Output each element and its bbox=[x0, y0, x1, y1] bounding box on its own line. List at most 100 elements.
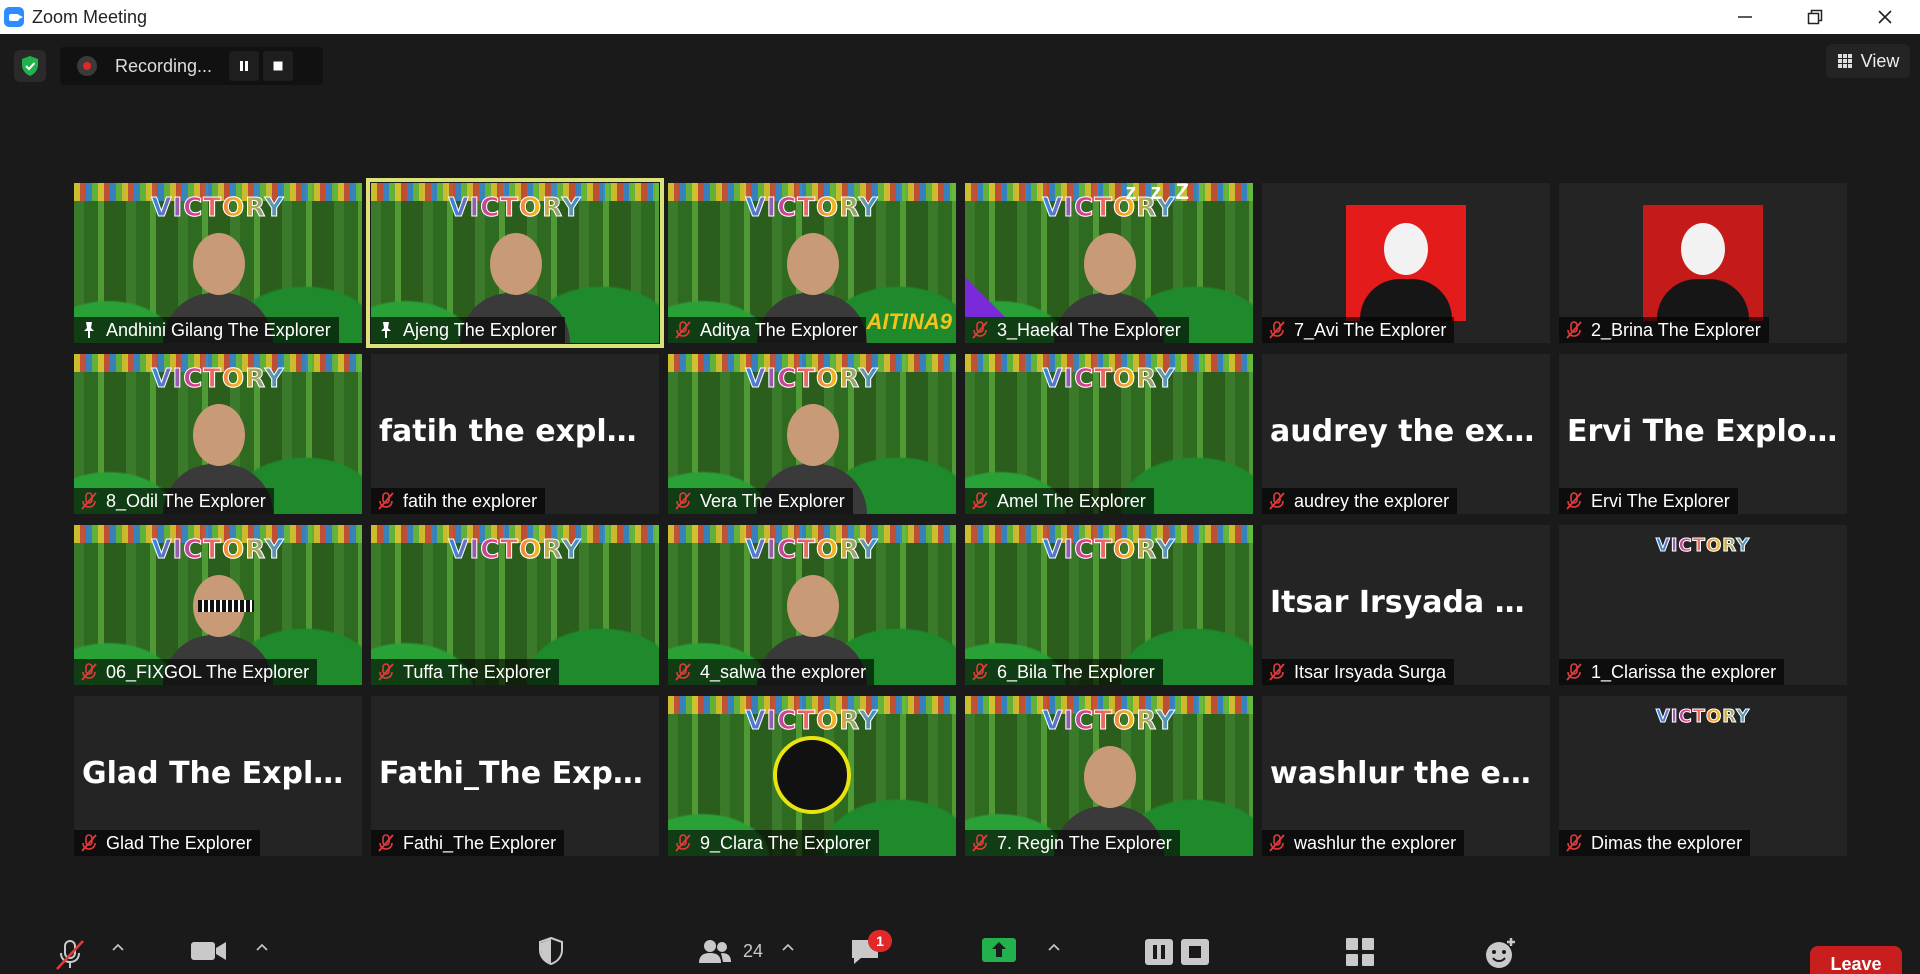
participant-tile[interactable]: VICTORY 4_salwa the explorer bbox=[668, 525, 956, 685]
participant-tile[interactable]: VICTORY AITINA9 Aditya The Explorer bbox=[668, 183, 956, 343]
mic-muted-icon bbox=[1566, 663, 1582, 681]
mic-muted-icon bbox=[674, 663, 692, 681]
stop-icon bbox=[273, 61, 283, 71]
participant-name: 3_Haekal The Explorer bbox=[997, 319, 1181, 340]
leave-button[interactable]: Leave bbox=[1810, 946, 1902, 974]
mic-muted-icon bbox=[1268, 321, 1286, 339]
participant-tile[interactable]: Itsar Irsyada Su… Itsar Irsyada Surga bbox=[1262, 525, 1550, 685]
participant-display-name: washlur the exp… bbox=[1270, 756, 1542, 791]
share-options-caret[interactable] bbox=[1044, 936, 1064, 958]
participants-button[interactable]: 24 bbox=[690, 936, 770, 966]
participant-name-bar: Glad The Explorer bbox=[74, 830, 260, 856]
participant-tile[interactable]: fatih the explorer fatih the explorer bbox=[371, 354, 659, 514]
participant-tile[interactable]: Fathi_The Explo… Fathi_The Explorer bbox=[371, 696, 659, 856]
mic-muted-icon bbox=[971, 834, 989, 852]
mic-muted-icon bbox=[675, 834, 691, 852]
participant-name-bar: Amel The Explorer bbox=[965, 488, 1154, 514]
participant-name: fatih the explorer bbox=[403, 490, 538, 511]
participant-name: Vera The Explorer bbox=[700, 490, 845, 511]
participant-tile[interactable]: VICTORY Ajeng The Explorer bbox=[366, 178, 664, 348]
security-button[interactable] bbox=[536, 936, 566, 966]
mic-muted-icon bbox=[1268, 663, 1286, 681]
stop-recording-button[interactable] bbox=[263, 51, 293, 81]
participant-tile[interactable]: VICTORY 8_Odil The Explorer bbox=[74, 354, 362, 514]
participant-tile[interactable]: VICTORY Tuffa The Explorer bbox=[371, 525, 659, 685]
victory-banner: VICTORY bbox=[1042, 535, 1176, 566]
participant-name: washlur the explorer bbox=[1294, 832, 1457, 853]
profile-photo bbox=[1346, 205, 1466, 321]
participant-tile[interactable]: VICTORY Amel The Explorer bbox=[965, 354, 1253, 514]
pin-icon bbox=[80, 321, 98, 339]
unmute-button[interactable] bbox=[50, 936, 90, 972]
mic-muted-icon bbox=[81, 492, 97, 510]
video-options-caret[interactable] bbox=[252, 936, 272, 958]
participant-tile[interactable]: 2_Brina The Explorer bbox=[1559, 183, 1847, 343]
audio-options-caret[interactable] bbox=[108, 936, 128, 958]
start-video-button[interactable] bbox=[188, 936, 230, 966]
participant-name-bar: Vera The Explorer bbox=[668, 488, 853, 514]
mic-muted-icon bbox=[80, 492, 98, 510]
restore-button[interactable] bbox=[1780, 0, 1850, 34]
participant-tile[interactable]: VICTORY Andhini Gilang The Explorer bbox=[74, 183, 362, 343]
participant-tile[interactable]: audrey the expl… audrey the explorer bbox=[1262, 354, 1550, 514]
participant-tile[interactable]: 7_Avi The Explorer bbox=[1262, 183, 1550, 343]
participant-tile[interactable]: VICTORY 1_Clarissa the explorer bbox=[1559, 525, 1847, 685]
participant-name: 6_Bila The Explorer bbox=[997, 661, 1155, 682]
close-button[interactable] bbox=[1850, 0, 1920, 34]
mic-muted-icon bbox=[378, 492, 394, 510]
mic-muted-icon bbox=[1566, 834, 1582, 852]
mic-muted-icon bbox=[674, 492, 692, 510]
mic-muted-icon bbox=[377, 663, 395, 681]
participant-name: Aditya The Explorer bbox=[700, 319, 858, 340]
mic-muted-icon bbox=[81, 834, 97, 852]
meeting-toolbar: 24 1 Leave bbox=[0, 922, 1920, 974]
participant-display-name: Fathi_The Explo… bbox=[379, 756, 651, 791]
participant-name: 06_FIXGOL The Explorer bbox=[106, 661, 310, 682]
participant-name-bar: 4_salwa the explorer bbox=[668, 659, 875, 685]
participant-tile[interactable]: VICTORY 9_Clara The Explorer bbox=[668, 696, 956, 856]
minimize-button[interactable] bbox=[1710, 0, 1780, 34]
pause-icon bbox=[240, 61, 248, 71]
participant-name: Dimas the explorer bbox=[1591, 832, 1743, 853]
pin-icon bbox=[84, 322, 94, 338]
pin-icon bbox=[381, 322, 391, 338]
participant-tile[interactable]: VICTORY Vera The Explorer bbox=[668, 354, 956, 514]
participant-name: 1_Clarissa the explorer bbox=[1591, 661, 1777, 682]
participant-tile[interactable]: Ervi The Explorer Ervi The Explorer bbox=[1559, 354, 1847, 514]
pin-icon bbox=[377, 321, 395, 339]
window-title: Zoom Meeting bbox=[32, 6, 148, 27]
participant-name: Ajeng The Explorer bbox=[403, 319, 557, 340]
chat-unread-badge: 1 bbox=[868, 930, 892, 952]
breakout-rooms-button[interactable] bbox=[1344, 936, 1376, 968]
mic-muted-icon bbox=[1565, 663, 1583, 681]
view-button[interactable]: View bbox=[1826, 44, 1910, 78]
mic-muted-icon bbox=[972, 834, 988, 852]
participant-name-bar: Itsar Irsyada Surga bbox=[1262, 659, 1455, 685]
participant-tile[interactable]: VICTORY 06_FIXGOL The Explorer bbox=[74, 525, 362, 685]
reactions-button[interactable] bbox=[1484, 936, 1518, 970]
recording-controls[interactable] bbox=[1144, 936, 1210, 968]
participants-options-caret[interactable] bbox=[778, 936, 798, 958]
sleep-indicator: z z Z bbox=[1125, 183, 1193, 204]
corner-badge bbox=[965, 277, 1005, 317]
mic-muted-icon bbox=[80, 663, 98, 681]
participant-tile[interactable]: VICTORY 7. Regin The Explorer bbox=[965, 696, 1253, 856]
pause-recording-button[interactable] bbox=[229, 51, 259, 81]
participant-tile[interactable]: Glad The Explorer Glad The Explorer bbox=[74, 696, 362, 856]
encryption-shield-icon[interactable] bbox=[14, 50, 46, 82]
mic-muted-icon bbox=[1566, 321, 1582, 339]
participant-tile[interactable]: VICTORY 6_Bila The Explorer bbox=[965, 525, 1253, 685]
panitia-label: AITINA9 bbox=[866, 309, 952, 334]
participant-name-bar: Andhini Gilang The Explorer bbox=[74, 317, 339, 343]
participant-name: 9_Clara The Explorer bbox=[700, 832, 871, 853]
victory-banner: VICTORY bbox=[151, 193, 285, 224]
victory-banner: VICTORY bbox=[1042, 364, 1176, 395]
share-screen-button[interactable] bbox=[980, 936, 1018, 964]
participant-name-bar: 2_Brina The Explorer bbox=[1559, 317, 1769, 343]
participant-tile[interactable]: washlur the exp… washlur the explorer bbox=[1262, 696, 1550, 856]
participant-name: Amel The Explorer bbox=[997, 490, 1146, 511]
participant-tile[interactable]: VICTORY z z Z 3_Haekal The Explorer bbox=[965, 183, 1253, 343]
mic-muted-icon bbox=[378, 834, 394, 852]
participant-tile[interactable]: VICTORY Dimas the explorer bbox=[1559, 696, 1847, 856]
mic-muted-icon bbox=[1565, 834, 1583, 852]
